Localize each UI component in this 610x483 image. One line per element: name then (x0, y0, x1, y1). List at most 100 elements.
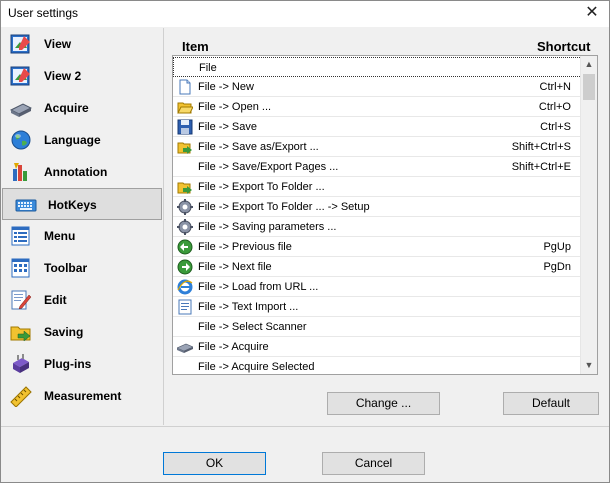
row-label: File (199, 62, 217, 74)
sidebar-item-hotkeys[interactable]: HotKeys (2, 188, 162, 220)
arrow-right-icon (177, 259, 193, 275)
sidebar-item-plug-ins[interactable]: Plug-ins (2, 348, 162, 380)
row-label: File -> Select Scanner (198, 321, 307, 333)
gear-icon (177, 199, 193, 215)
sidebar-item-measurement[interactable]: Measurement (2, 380, 162, 412)
row-shortcut: Ctrl+N (539, 81, 571, 93)
list-item[interactable]: File -> Acquire (173, 337, 582, 357)
plugin-icon (13, 354, 29, 373)
export-folder-icon (177, 182, 192, 194)
list-item[interactable]: File -> Select Scanner (173, 317, 582, 337)
row-label: File -> Save (198, 121, 257, 133)
sidebar-item-menu[interactable]: Menu (2, 220, 162, 252)
change-button[interactable]: Change ... (327, 392, 440, 415)
list-item[interactable]: File -> Save as/Export ... Shift+Ctrl+S (173, 137, 582, 157)
sidebar-item-label: HotKeys (48, 198, 97, 212)
row-label: File -> New (198, 81, 254, 93)
row-shortcut: PgDn (543, 261, 571, 273)
list-item[interactable]: File -> Export To Folder ... -> Setup (173, 197, 582, 217)
list-item[interactable]: File -> Open ... Ctrl+O (173, 97, 582, 117)
title-bar: User settings ✕ (1, 1, 609, 27)
sidebar-item-label: Language (44, 133, 101, 147)
ie-icon (177, 279, 193, 295)
view2-icon (10, 66, 30, 86)
row-label: File -> Next file (198, 261, 272, 273)
hotkeys-list[interactable]: File File -> New Ctrl+N File -> Open ...… (172, 55, 598, 375)
row-label: File -> Save/Export Pages ... (198, 161, 339, 173)
menu-icon (11, 226, 30, 246)
list-item[interactable]: File -> Next file PgDn (173, 257, 582, 277)
scroll-up-icon[interactable]: ▲ (581, 56, 597, 73)
sidebar-item-saving[interactable]: Saving (2, 316, 162, 348)
list-item[interactable]: File -> Save/Export Pages ... Shift+Ctrl… (173, 157, 582, 177)
row-label: File -> Export To Folder ... -> Setup (198, 201, 370, 213)
row-label: File -> Acquire (198, 341, 269, 353)
list-item[interactable]: File -> New Ctrl+N (173, 77, 582, 97)
settings-sidebar: View View 2 Acquire Language Annotation … (2, 28, 162, 425)
sidebar-item-view[interactable]: View (2, 28, 162, 60)
row-shortcut: Shift+Ctrl+E (511, 161, 571, 173)
scanner-icon (177, 343, 193, 353)
default-button[interactable]: Default (503, 392, 599, 415)
list-item[interactable]: File -> Export To Folder ... (173, 177, 582, 197)
gear-icon (177, 219, 193, 235)
list-item[interactable]: File (173, 57, 582, 77)
sidebar-item-label: Acquire (44, 101, 89, 115)
sidebar-item-edit[interactable]: Edit (2, 284, 162, 316)
row-label: File -> Saving parameters ... (198, 221, 337, 233)
folder-icon (177, 102, 193, 114)
list-item[interactable]: File -> Text Import ... (173, 297, 582, 317)
scroll-down-icon[interactable]: ▼ (581, 357, 597, 374)
sidebar-item-toolbar[interactable]: Toolbar (2, 252, 162, 284)
row-label: File -> Acquire Selected (198, 361, 315, 373)
list-item[interactable]: File -> Saving parameters ... (173, 217, 582, 237)
sidebar-item-label: Edit (44, 293, 67, 307)
sidebar-item-annotation[interactable]: Annotation (2, 156, 162, 188)
sidebar-item-acquire[interactable]: Acquire (2, 92, 162, 124)
close-icon[interactable]: ✕ (575, 1, 609, 27)
sidebar-item-language[interactable]: Language (2, 124, 162, 156)
ok-button[interactable]: OK (163, 452, 266, 475)
toolbar-icon (11, 258, 30, 278)
sidebar-item-label: Plug-ins (44, 357, 92, 371)
save-as-icon (177, 142, 192, 154)
row-shortcut: PgUp (543, 241, 571, 253)
sidebar-item-view-2[interactable]: View 2 (2, 60, 162, 92)
sidebar-item-label: View (44, 37, 72, 51)
annotation-icon (13, 163, 27, 181)
sidebar-item-label: Menu (44, 229, 76, 243)
window-title: User settings (8, 6, 79, 20)
row-label: File -> Save as/Export ... (198, 141, 319, 153)
list-vertical-scrollbar[interactable]: ▲ ▼ (580, 56, 597, 374)
sidebar-item-label: Measurement (44, 389, 122, 403)
sidebar-item-label: View 2 (44, 69, 82, 83)
row-label: File -> Export To Folder ... (198, 181, 325, 193)
saving-icon (10, 326, 31, 342)
keyboard-icon (15, 199, 37, 212)
row-label: File -> Text Import ... (198, 301, 299, 313)
edit-icon (11, 290, 32, 310)
user-settings-window: User settings ✕ View View 2 Acquire Lang… (0, 0, 610, 483)
row-shortcut: Ctrl+O (538, 101, 571, 113)
list-item[interactable]: File -> Save Ctrl+S (173, 117, 582, 137)
dialog-footer: OK Cancel (1, 427, 609, 482)
cancel-button[interactable]: Cancel (322, 452, 425, 475)
arrow-left-icon (177, 239, 193, 255)
row-label: File -> Load from URL ... (198, 281, 319, 293)
row-label: File -> Previous file (198, 241, 292, 253)
text-doc-icon (178, 299, 192, 315)
scroll-thumb[interactable] (583, 74, 595, 100)
column-header-shortcut: Shortcut (537, 39, 591, 54)
row-label: File -> Open ... (198, 101, 272, 113)
sidebar-item-label: Toolbar (44, 261, 88, 275)
save-icon (177, 119, 193, 135)
list-item[interactable]: File -> Load from URL ... (173, 277, 582, 297)
row-shortcut: Shift+Ctrl+S (511, 141, 571, 153)
row-shortcut: Ctrl+S (540, 121, 571, 133)
new-file-icon (179, 79, 191, 95)
globe-icon (11, 130, 31, 150)
list-item[interactable]: File -> Previous file PgUp (173, 237, 582, 257)
list-item[interactable]: File -> Acquire Selected (173, 357, 582, 374)
ruler-icon (10, 386, 32, 407)
view-icon (10, 34, 30, 54)
